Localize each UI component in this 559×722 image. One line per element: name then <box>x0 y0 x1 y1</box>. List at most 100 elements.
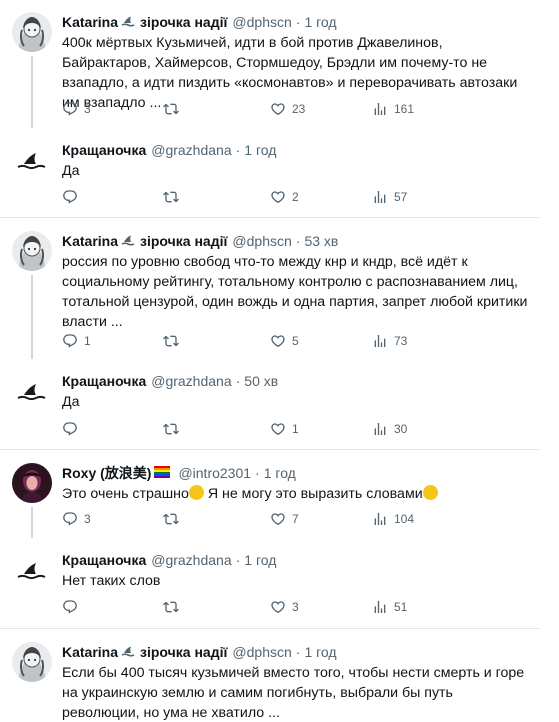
author-handle[interactable]: @grazhdana <box>151 552 231 568</box>
views-button[interactable]: 104 <box>372 509 414 529</box>
views-button[interactable]: 161 <box>372 99 414 119</box>
author-tag: зірочка надії <box>140 644 228 660</box>
shark-fin-icon <box>121 13 137 32</box>
author-name[interactable]: Katarina <box>62 233 118 249</box>
avatar[interactable] <box>12 12 52 52</box>
retweet-button[interactable] <box>163 509 185 529</box>
retweet-icon <box>163 101 179 117</box>
timestamp[interactable]: 1 год <box>304 644 336 660</box>
author-handle[interactable]: @dphscn <box>232 233 291 249</box>
heart-icon <box>270 189 286 205</box>
like-button[interactable]: 3 <box>270 597 299 617</box>
heart-icon <box>270 599 286 615</box>
like-button[interactable]: 1 <box>270 419 299 439</box>
tweet-header: Кращаночка @grazhdana · 1 год <box>62 550 276 570</box>
retweet-icon <box>163 421 179 437</box>
author-handle[interactable]: @grazhdana <box>151 373 231 389</box>
separator: · <box>295 644 301 660</box>
reply-button[interactable] <box>62 419 84 439</box>
tweet-header: Katarina зірочка надії @dphscn · 53 хв <box>62 231 338 251</box>
timeline-feed: Katarina зірочка надії @dphscn · 1 год 4… <box>0 0 540 722</box>
view-count: 73 <box>394 334 408 348</box>
views-button[interactable]: 57 <box>372 187 407 207</box>
timestamp[interactable]: 50 хв <box>244 373 278 389</box>
author-handle[interactable]: @intro2301 <box>178 465 251 481</box>
view-count: 161 <box>394 102 415 116</box>
like-button[interactable]: 23 <box>270 99 305 119</box>
thread-line <box>31 56 33 128</box>
separator: · <box>235 552 241 568</box>
retweet-button[interactable] <box>163 419 185 439</box>
avatar[interactable] <box>12 371 52 411</box>
tweet[interactable]: Кращаночка @grazhdana · 1 год Нет таких … <box>0 538 540 629</box>
view-count: 51 <box>394 600 408 614</box>
author-handle[interactable]: @dphscn <box>232 14 291 30</box>
retweet-button[interactable] <box>163 331 185 351</box>
heart-icon <box>270 101 286 117</box>
like-count: 5 <box>292 334 299 348</box>
reply-button[interactable]: 3 <box>62 99 91 119</box>
reply-icon <box>62 599 78 615</box>
retweet-icon <box>163 599 179 615</box>
timestamp[interactable]: 1 год <box>244 552 276 568</box>
tweet[interactable]: Katarina зірочка надії @dphscn · 1 год 4… <box>0 0 540 128</box>
views-button[interactable]: 30 <box>372 419 407 439</box>
separator: · <box>235 142 241 158</box>
author-name[interactable]: Katarina <box>62 644 118 660</box>
avatar[interactable] <box>12 642 52 682</box>
author-name[interactable]: Katarina <box>62 14 118 30</box>
views-icon <box>372 101 388 117</box>
avatar[interactable] <box>12 463 52 503</box>
timestamp[interactable]: 1 год <box>264 465 296 481</box>
pleading-face-emoji-icon <box>188 485 204 500</box>
tweet[interactable]: Кращаночка @grazhdana · 50 хв Да 1 30 <box>0 359 540 450</box>
tweet-text: Если бы 400 тысяч кузьмичей вместо того,… <box>62 665 525 721</box>
timestamp[interactable]: 1 год <box>244 142 276 158</box>
timestamp[interactable]: 1 год <box>304 14 336 30</box>
retweet-button[interactable] <box>163 187 185 207</box>
tweet-actions: 3 51 <box>62 597 412 617</box>
relieved-face-emoji-icon <box>422 485 438 500</box>
views-icon <box>372 189 388 205</box>
retweet-button[interactable] <box>163 99 185 119</box>
view-count: 30 <box>394 422 408 436</box>
avatar[interactable] <box>12 231 52 271</box>
tweet[interactable]: Katarina зірочка надії @dphscn · 1 год Е… <box>0 630 540 722</box>
like-button[interactable]: 5 <box>270 331 299 351</box>
reply-icon <box>62 333 78 349</box>
author-tag: зірочка надії <box>140 14 228 30</box>
views-button[interactable]: 73 <box>372 331 407 351</box>
heart-icon <box>270 333 286 349</box>
heart-icon <box>270 511 286 527</box>
reply-button[interactable]: 3 <box>62 509 91 529</box>
tweet-text-part: Я не могу это выразить словами <box>203 486 423 502</box>
avatar[interactable] <box>12 550 52 590</box>
author-handle[interactable]: @dphscn <box>232 644 291 660</box>
reply-button[interactable] <box>62 597 84 617</box>
reply-count: 3 <box>84 102 91 116</box>
reply-button[interactable]: 1 <box>62 331 91 351</box>
tweet-header: Katarina зірочка надії @dphscn · 1 год <box>62 642 337 662</box>
tweet[interactable]: Кращаночка @grazhdana · 1 год Да 2 57 <box>0 128 540 218</box>
reply-button[interactable] <box>62 187 84 207</box>
views-button[interactable]: 51 <box>372 597 407 617</box>
shark-fin-icon <box>121 643 137 662</box>
tweet-actions: 1 30 <box>62 419 412 439</box>
like-button[interactable]: 2 <box>270 187 299 207</box>
author-tag: зірочка надії <box>140 233 228 249</box>
reply-icon <box>62 101 78 117</box>
tweet[interactable]: Roxy (放浪美) @intro2301 · 1 год Это очень … <box>0 451 540 538</box>
author-name[interactable]: Кращаночка <box>62 373 146 389</box>
tweet[interactable]: Katarina зірочка надії @dphscn · 53 хв р… <box>0 219 540 359</box>
page-gutter <box>540 0 559 722</box>
author-name[interactable]: Roxy (放浪美) <box>62 463 151 483</box>
author-handle[interactable]: @grazhdana <box>151 142 231 158</box>
timestamp[interactable]: 53 хв <box>304 233 338 249</box>
like-button[interactable]: 7 <box>270 509 299 529</box>
author-name[interactable]: Кращаночка <box>62 142 146 158</box>
avatar[interactable] <box>12 140 52 180</box>
retweet-button[interactable] <box>163 597 185 617</box>
author-name[interactable]: Кращаночка <box>62 552 146 568</box>
views-icon <box>372 599 388 615</box>
retweet-icon <box>163 189 179 205</box>
